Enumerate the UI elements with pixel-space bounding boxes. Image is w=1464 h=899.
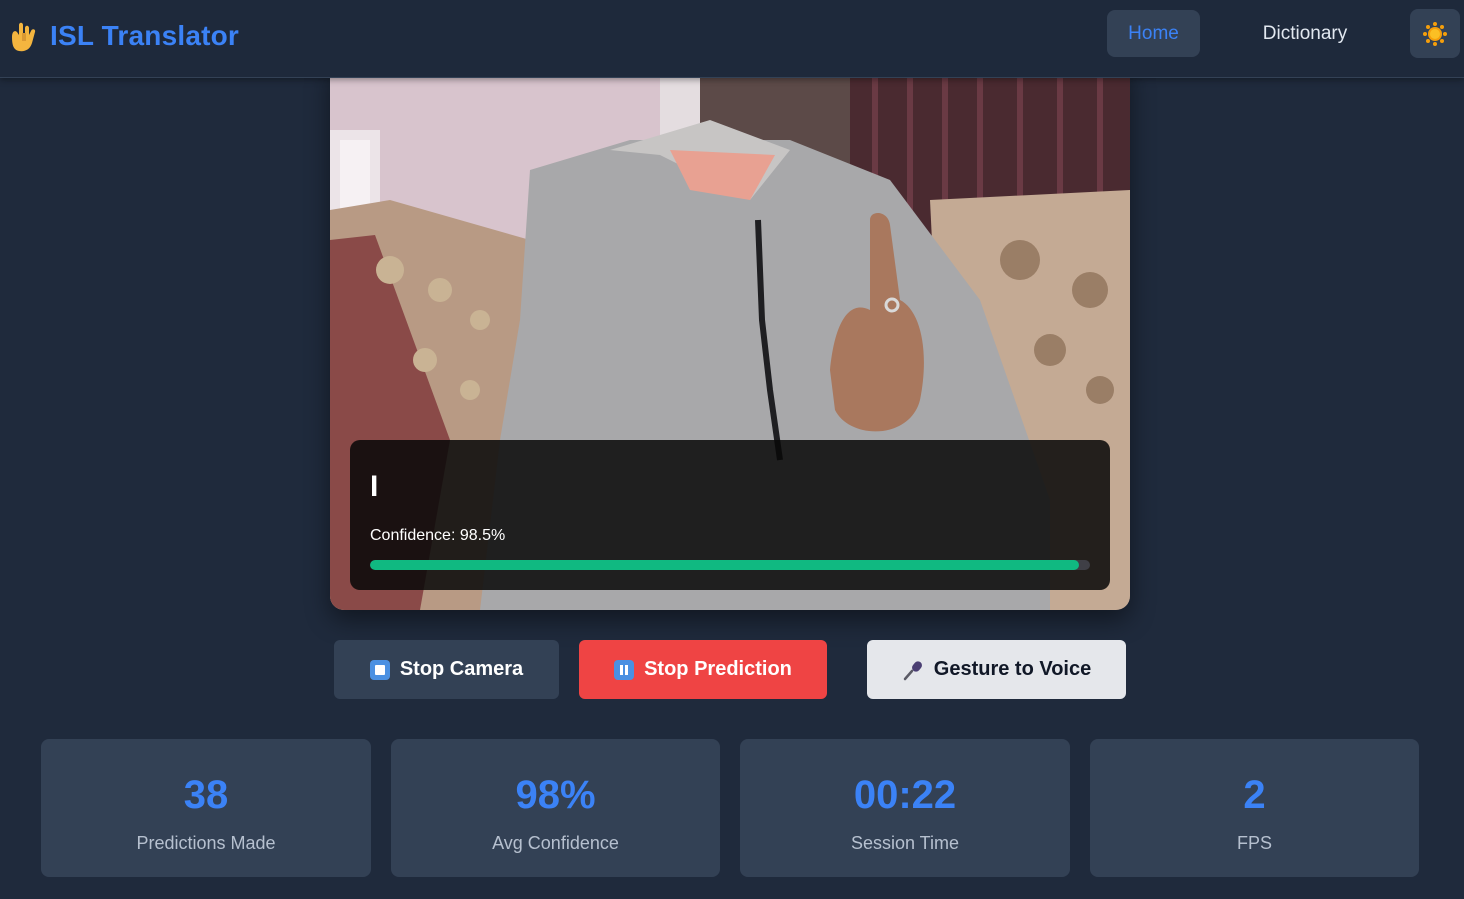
stat-card-avg-confidence: 98% Avg Confidence (391, 739, 720, 877)
stop-square-icon (369, 659, 390, 680)
confidence-bar-fill (370, 560, 1080, 570)
stop-prediction-button[interactable]: Stop Prediction (579, 640, 827, 699)
confidence-text: Confidence: 98.5% (370, 527, 506, 544)
nav-dictionary-link[interactable]: Dictionary (1240, 10, 1370, 57)
stat-label: Avg Confidence (492, 833, 619, 853)
prediction-overlay: I Confidence: 98.5% (350, 440, 1110, 590)
nav-home-link[interactable]: Home (1107, 10, 1200, 57)
stat-card-fps: 2 FPS (1090, 739, 1419, 877)
stop-camera-label: Stop Camera (399, 658, 524, 680)
stop-prediction-label: Stop Prediction (644, 658, 792, 680)
stat-card-predictions: 38 Predictions Made (41, 739, 371, 877)
stat-value: 00:22 (853, 773, 957, 817)
call-me-hand-icon (12, 22, 36, 52)
stat-value: 2 (1243, 773, 1266, 817)
theme-toggle-button[interactable] (1410, 9, 1460, 58)
navbar: ISL Translator Home Dictionary (0, 0, 1464, 78)
microphone-icon (903, 660, 922, 680)
pause-icon (614, 659, 635, 680)
confidence-bar (370, 560, 1090, 570)
prediction-label: I (370, 470, 379, 503)
gesture-to-voice-label: Gesture to Voice (933, 658, 1092, 680)
stop-camera-button[interactable]: Stop Camera (334, 640, 559, 699)
stat-label: Predictions Made (136, 833, 276, 853)
camera-feed: I Confidence: 98.5% (330, 60, 1130, 610)
stat-value: 38 (183, 773, 229, 817)
stat-card-session-time: 00:22 Session Time (740, 739, 1070, 877)
stat-label: FPS (1236, 833, 1272, 853)
gesture-to-voice-button[interactable]: Gesture to Voice (867, 640, 1126, 699)
stat-label: Session Time (850, 833, 960, 853)
app-title: ISL Translator (50, 20, 240, 51)
sun-icon (1423, 21, 1447, 46)
brand[interactable]: ISL Translator (6, 16, 239, 56)
stat-value: 98% (515, 773, 596, 817)
